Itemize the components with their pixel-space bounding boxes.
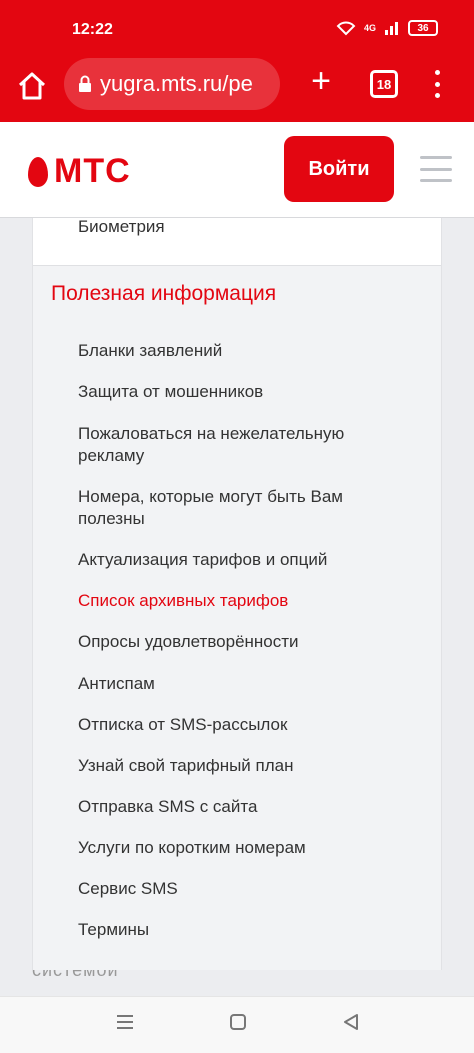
recents-menu-icon[interactable] bbox=[116, 1013, 134, 1031]
status-icons: 4G 36 bbox=[336, 20, 438, 36]
list-item[interactable]: Пожаловаться на нежелательную рекламу bbox=[78, 423, 398, 467]
list-item[interactable]: Актуализация тарифов и опций bbox=[78, 549, 398, 571]
list-item[interactable]: Услуги по коротким номерам bbox=[78, 837, 398, 859]
section-title[interactable]: Полезная информация bbox=[51, 282, 276, 306]
back-triangle-icon[interactable] bbox=[342, 1013, 360, 1031]
list-item[interactable]: Опросы удовлетворённости bbox=[78, 631, 398, 653]
battery-level: 36 bbox=[408, 20, 438, 36]
list-item[interactable]: Бланки заявлений bbox=[78, 340, 398, 362]
logo-text: МТС bbox=[54, 152, 131, 190]
egg-icon bbox=[28, 156, 48, 187]
tab-count-button[interactable]: 18 bbox=[370, 70, 398, 98]
wifi-icon bbox=[336, 21, 356, 36]
url-text: yugra.mts.ru/pe bbox=[100, 71, 253, 96]
list-item[interactable]: Защита от мошенников bbox=[78, 381, 398, 403]
hamburger-menu-icon[interactable] bbox=[420, 156, 452, 182]
new-tab-icon[interactable]: + bbox=[304, 64, 338, 100]
status-time: 12:22 bbox=[72, 21, 113, 38]
site-header: МТС Войти bbox=[0, 122, 474, 218]
top-strip: Биометрия bbox=[33, 216, 441, 266]
list-item[interactable]: Антиспам bbox=[78, 673, 398, 695]
menu-panel: Биометрия Полезная информация Бланки зая… bbox=[32, 216, 442, 970]
list-item[interactable]: Отправка SMS с сайта bbox=[78, 796, 398, 818]
system-nav-bar bbox=[0, 996, 474, 1053]
url-bar[interactable]: yugra.mts.ru/pe bbox=[64, 58, 280, 110]
login-button[interactable]: Войти bbox=[284, 136, 394, 202]
list-item[interactable]: Номера, которые могут быть Вам полезны bbox=[78, 486, 398, 530]
list-item-active[interactable]: Список архивных тарифов bbox=[78, 590, 398, 612]
more-options-icon[interactable] bbox=[430, 70, 444, 98]
browser-chrome: 12:22 4G 36 yugra.mts.ru/pe + 18 bbox=[0, 0, 474, 122]
list-item[interactable]: Термины bbox=[78, 919, 398, 941]
list-item[interactable]: Сервис SMS bbox=[78, 878, 398, 900]
network-type: 4G bbox=[363, 23, 376, 33]
menu-item-biometry[interactable]: Биометрия bbox=[78, 216, 165, 238]
list-item[interactable]: Узнай свой тарифный план bbox=[78, 755, 398, 777]
list-item[interactable]: Отписка от SMS-рассылок bbox=[78, 714, 398, 736]
home-icon[interactable] bbox=[16, 70, 48, 102]
lock-icon bbox=[79, 75, 91, 92]
home-square-icon[interactable] bbox=[229, 1013, 247, 1031]
mts-logo[interactable]: МТС bbox=[28, 152, 131, 191]
signal-icon bbox=[385, 22, 398, 35]
